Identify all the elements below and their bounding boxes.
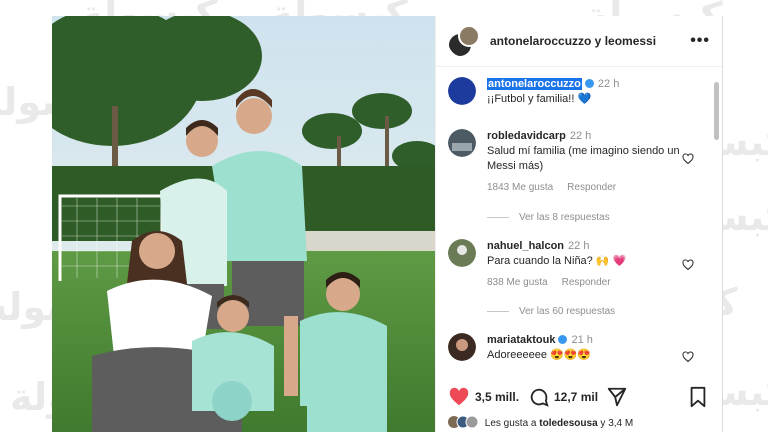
comment-text: Salud mí familia (me imagino siendo un M… (487, 145, 680, 172)
heart-icon[interactable] (682, 153, 694, 165)
post-actions: 3,5 mill. 12,7 mil (448, 384, 710, 412)
comment-time: 22 h (568, 240, 590, 252)
caption: antonelaroccuzzo 22 h ¡¡Futbol y familia!… (448, 77, 694, 107)
post-header: antonelaroccuzzo y leomessi ••• (436, 16, 722, 67)
liked-by-avatars (448, 415, 479, 429)
avatar[interactable] (448, 77, 476, 105)
verified-icon (558, 335, 568, 344)
comment-time: 21 h (571, 334, 593, 346)
comment-time: 22 h (569, 130, 592, 142)
comment-text: Adoreeeeee 😍😍😍 (487, 349, 592, 361)
comments-list: antonelaroccuzzo 22 h ¡¡Futbol y familia!… (436, 67, 722, 362)
comment-username[interactable]: robledavidcarp (487, 130, 566, 142)
avatar[interactable] (448, 333, 476, 361)
avatar[interactable] (448, 129, 476, 157)
comment: nahuel_halcon 22 h Para cuando la Niña? 🙌… (448, 239, 694, 290)
avatar[interactable] (448, 25, 480, 57)
likes-count[interactable]: 3,5 mill. (475, 390, 519, 404)
heart-icon[interactable] (448, 386, 470, 408)
comments-count[interactable]: 12,7 mil (554, 390, 598, 404)
heart-icon[interactable] (682, 351, 694, 362)
share-icon[interactable] (606, 386, 628, 408)
see-replies-link[interactable]: Ver las 8 respuestas (487, 212, 610, 223)
reply-button[interactable]: Responder (562, 277, 611, 288)
avatar[interactable] (448, 239, 476, 267)
comment-icon[interactable] (528, 386, 550, 408)
bookmark-icon[interactable] (688, 386, 708, 408)
post-photo[interactable] (52, 16, 435, 432)
caption-text: ¡¡Futbol y familia!! 💙 (487, 93, 592, 105)
comment-username[interactable]: mariataktouk (487, 334, 555, 346)
comment: mariataktouk 21 h Adoreeeeee 😍😍😍 (448, 333, 694, 362)
heart-icon[interactable] (682, 259, 694, 271)
more-options-button[interactable]: ••• (690, 32, 710, 50)
liked-by-user[interactable]: toledesousa (539, 418, 597, 429)
comment-text: Para cuando la Niña? 🙌 💗 (487, 255, 627, 267)
comment-likes[interactable]: 1843 Me gusta (487, 182, 553, 193)
verified-icon (584, 79, 594, 88)
comment-username[interactable]: nahuel_halcon (487, 240, 564, 252)
comment-likes[interactable]: 838 Me gusta (487, 277, 548, 288)
comment: robledavidcarp 22 h Salud mí familia (me … (448, 129, 694, 195)
reply-button[interactable]: Responder (567, 182, 616, 193)
caption-username[interactable]: antonelaroccuzzo (487, 78, 582, 90)
see-replies-link[interactable]: Ver las 60 respuestas (487, 306, 615, 317)
liked-by: Les gusta a toledesousa y 3,4 M (448, 415, 633, 429)
caption-time: 22 h (597, 78, 620, 90)
liked-by-suffix[interactable]: y 3,4 M (600, 418, 633, 429)
post-side-panel: antonelaroccuzzo y leomessi ••• antonela… (435, 16, 723, 432)
liked-by-prefix: Les gusta a (484, 418, 537, 429)
post-header-title[interactable]: antonelaroccuzzo y leomessi (490, 34, 690, 48)
family-photo-illustration (52, 16, 435, 432)
scrollbar-thumb[interactable] (714, 82, 719, 140)
